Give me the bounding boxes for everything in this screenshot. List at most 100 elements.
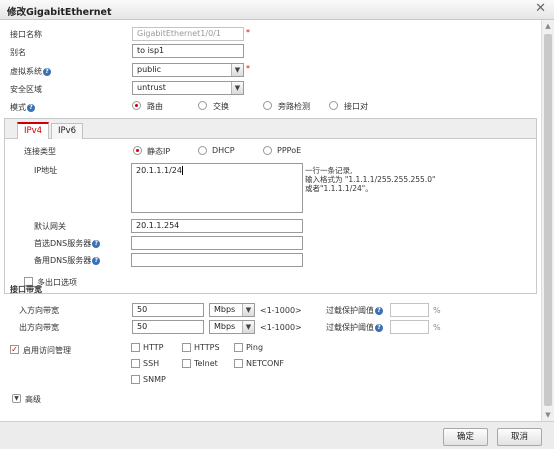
inbound-unit-value: Mbps <box>214 305 236 314</box>
mode-option-bypass: 旁路检测 <box>278 102 310 111</box>
service-checkbox-https[interactable] <box>182 343 191 352</box>
help-icon[interactable]: ? <box>375 323 383 332</box>
mode-option-interface-pair: 接口对 <box>344 102 368 111</box>
inbound-threshold-label: 过载保护阈值? <box>326 305 383 316</box>
outbound-label: 出方向带宽 <box>19 323 59 332</box>
required-mark: * <box>246 28 250 37</box>
service-label-telnet: Telnet <box>194 359 218 368</box>
ip-address-label: IP地址 <box>34 166 58 175</box>
secondary-dns-label: 备用DNS服务器? <box>34 255 101 266</box>
primary-dns-label-text: 首选DNS服务器 <box>34 239 92 248</box>
alias-label: 别名 <box>10 48 26 57</box>
dialog-content: 接口名称 GigabitEthernet1/0/1 * 别名 to isp1 虚… <box>0 20 541 421</box>
cancel-button[interactable]: 取消 <box>497 428 542 446</box>
security-zone-select[interactable]: untrust ▼ <box>132 81 244 95</box>
mode-radio-bypass[interactable] <box>263 101 272 110</box>
inbound-threshold-label-text: 过载保护阈值 <box>326 306 374 315</box>
tab-ipv6[interactable]: IPv6 <box>51 123 83 139</box>
hint-line: 一行一条记录, <box>305 166 353 175</box>
conn-option-static: 静态IP <box>147 147 171 156</box>
chevron-down-icon[interactable]: ▼ <box>231 64 243 76</box>
help-icon[interactable]: ? <box>43 67 51 76</box>
outbound-bandwidth-input[interactable]: 50 <box>132 320 204 334</box>
conn-type-label: 连接类型 <box>24 147 56 156</box>
access-mgmt-checkbox[interactable]: ✓ <box>10 345 19 354</box>
security-zone-label: 安全区域 <box>10 85 42 94</box>
scroll-up-icon[interactable]: ▲ <box>542 20 554 32</box>
chevron-down-icon[interactable]: ▼ <box>231 82 243 94</box>
interface-name-field: GigabitEthernet1/0/1 <box>132 27 244 41</box>
vsys-label-text: 虚拟系统 <box>10 67 42 76</box>
ip-tabstrip: IPv4 IPv6 <box>5 119 536 139</box>
inbound-percent: % <box>433 306 441 315</box>
bandwidth-heading: 接口带宽 <box>10 285 42 294</box>
mode-label-text: 模式 <box>10 103 26 112</box>
mode-label: 模式? <box>10 102 35 113</box>
ok-button[interactable]: 确定 <box>443 428 488 446</box>
service-checkbox-ping[interactable] <box>234 343 243 352</box>
outbound-threshold-label: 过载保护阈值? <box>326 322 383 333</box>
vsys-value: public <box>137 65 162 74</box>
help-icon[interactable]: ? <box>375 306 383 315</box>
outbound-unit-select[interactable]: Mbps ▼ <box>209 320 255 334</box>
help-icon[interactable]: ? <box>92 239 101 248</box>
tab-ipv4[interactable]: IPv4 <box>17 122 49 139</box>
service-label-ssh: SSH <box>143 359 160 368</box>
secondary-dns-label-text: 备用DNS服务器 <box>34 256 92 265</box>
secondary-dns-input[interactable] <box>131 253 303 267</box>
required-mark: * <box>246 64 250 73</box>
outbound-threshold-input[interactable] <box>390 320 429 334</box>
conn-radio-pppoe[interactable] <box>263 146 272 155</box>
advanced-toggle[interactable]: ▼ <box>12 393 21 403</box>
service-checkbox-netconf[interactable] <box>234 359 243 368</box>
inbound-bandwidth-input[interactable]: 50 <box>132 303 204 317</box>
inbound-threshold-input[interactable] <box>390 303 429 317</box>
scrollbar-thumb[interactable] <box>544 34 552 406</box>
hint-line: 或者"1.1.1.1/24"。 <box>305 184 373 193</box>
service-label-ping: Ping <box>246 343 264 352</box>
gateway-label: 默认网关 <box>34 222 66 231</box>
conn-radio-dhcp[interactable] <box>198 146 207 155</box>
alias-input[interactable]: to isp1 <box>132 44 244 58</box>
vsys-select[interactable]: public ▼ <box>132 63 244 77</box>
ip-config-panel: IPv4 IPv6 连接类型 静态IP DHCP PPPoE IP地址 20.1… <box>4 118 537 294</box>
vertical-scrollbar[interactable]: ▲ ▼ <box>541 20 554 421</box>
chevron-down-icon[interactable]: ▼ <box>242 304 254 316</box>
service-label-netconf: NETCONF <box>246 359 284 368</box>
ip-address-value: 20.1.1.1/24 <box>136 166 182 175</box>
service-checkbox-http[interactable] <box>131 343 140 352</box>
outbound-threshold-label-text: 过载保护阈值 <box>326 323 374 332</box>
inbound-unit-select[interactable]: Mbps ▼ <box>209 303 255 317</box>
service-checkbox-ssh[interactable] <box>131 359 140 368</box>
mode-radio-route[interactable] <box>132 101 141 110</box>
gateway-input[interactable]: 20.1.1.254 <box>131 219 303 233</box>
service-checkbox-telnet[interactable] <box>182 359 191 368</box>
primary-dns-input[interactable] <box>131 236 303 250</box>
hint-line: 输入格式为 "1.1.1.1/255.255.255.0" <box>305 175 436 184</box>
multi-egress-label: 多出口选项 <box>37 278 77 287</box>
advanced-label: 高级 <box>25 395 41 404</box>
conn-radio-static[interactable] <box>133 146 142 155</box>
mode-radio-switch[interactable] <box>198 101 207 110</box>
service-label-http: HTTP <box>143 343 164 352</box>
help-icon[interactable]: ? <box>27 103 35 112</box>
chevron-down-icon[interactable]: ▼ <box>242 321 254 333</box>
scroll-down-icon[interactable]: ▼ <box>542 409 554 421</box>
inbound-label: 入方向带宽 <box>19 306 59 315</box>
conn-option-dhcp: DHCP <box>212 146 235 155</box>
text-caret <box>181 166 183 175</box>
primary-dns-label: 首选DNS服务器? <box>34 238 101 249</box>
service-checkbox-snmp[interactable] <box>131 375 140 384</box>
ip-address-textarea[interactable]: 20.1.1.1/24 <box>131 163 303 213</box>
service-label-snmp: SNMP <box>143 375 166 384</box>
vsys-label: 虚拟系统? <box>10 66 51 77</box>
outbound-range: <1-1000> <box>260 323 302 332</box>
close-icon[interactable]: ✕ <box>535 1 546 16</box>
dialog-title: 修改GigabitEthernet <box>7 7 112 18</box>
access-mgmt-label: 启用访问管理 <box>23 346 71 355</box>
dialog-title-bar: 修改GigabitEthernet ✕ <box>0 0 554 20</box>
help-icon[interactable]: ? <box>92 256 101 265</box>
interface-name-label: 接口名称 <box>10 30 42 39</box>
service-label-https: HTTPS <box>194 343 220 352</box>
mode-radio-interface-pair[interactable] <box>329 101 338 110</box>
